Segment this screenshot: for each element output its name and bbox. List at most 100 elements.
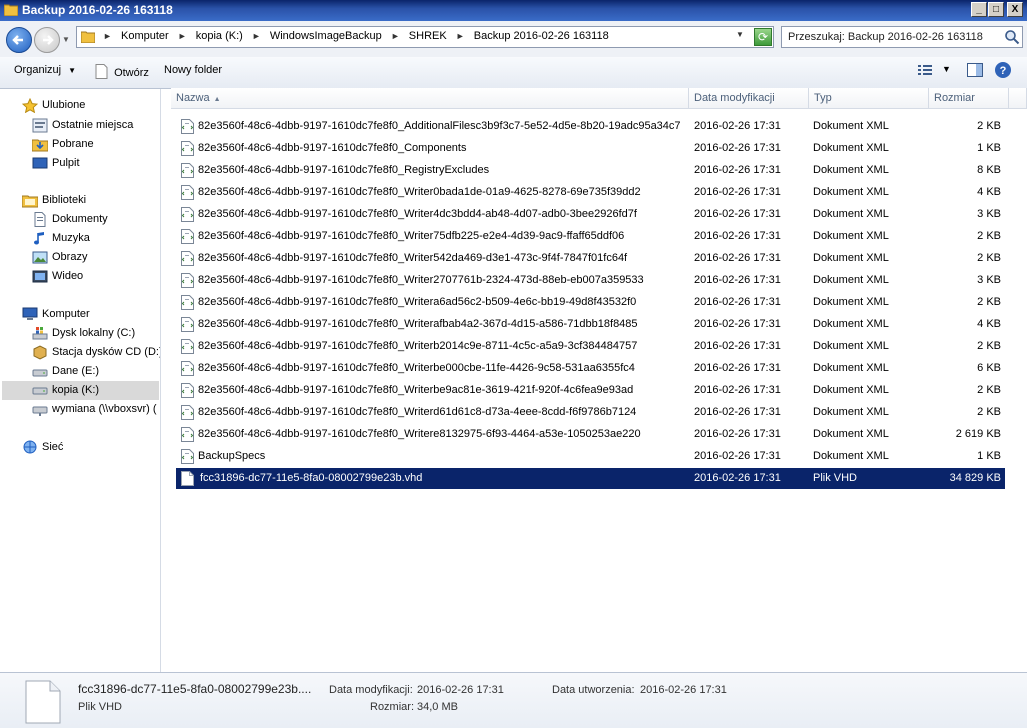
file-row[interactable]: 82e3560f-48c6-4dbb-9197-1610dc7fe8f0_Wri… [176,204,1005,225]
file-row[interactable]: 82e3560f-48c6-4dbb-9197-1610dc7fe8f0_Wri… [176,226,1005,247]
file-icon [95,64,108,79]
file-row[interactable]: 82e3560f-48c6-4dbb-9197-1610dc7fe8f0_Reg… [176,160,1005,181]
file-thumbnail-icon [25,680,61,724]
file-row[interactable]: 82e3560f-48c6-4dbb-9197-1610dc7fe8f0_Wri… [176,292,1005,313]
file-row[interactable]: 82e3560f-48c6-4dbb-9197-1610dc7fe8f0_Wri… [176,402,1005,423]
file-row[interactable]: 82e3560f-48c6-4dbb-9197-1610dc7fe8f0_Com… [176,138,1005,159]
sidebar-item-backup-drive[interactable]: kopia (K:) [2,381,159,400]
sidebar-item-recent-places[interactable]: Ostatnie miejsca [32,117,157,135]
back-button[interactable] [6,27,32,53]
star-icon [22,98,38,113]
preview-pane-button[interactable] [966,61,984,82]
file-size: 8 KB [977,164,1001,176]
breadcrumb-item[interactable]: WindowsImageBackup [270,30,382,42]
maximize-button[interactable]: □ [988,2,1004,17]
file-row[interactable]: 82e3560f-48c6-4dbb-9197-1610dc7fe8f0_Wri… [176,182,1005,203]
sidebar-item-libraries[interactable]: Biblioteki [22,192,152,210]
sidebar-item-documents[interactable]: Dokumenty [32,211,157,229]
sidebar-item-desktop[interactable]: Pulpit [32,155,157,173]
file-type: Dokument XML [813,384,889,396]
column-header-name[interactable]: Nazwa ▲ [171,88,689,109]
computer-icon [22,307,38,320]
file-row[interactable]: 82e3560f-48c6-4dbb-9197-1610dc7fe8f0_Wri… [176,380,1005,401]
xml-file-icon [181,383,194,398]
view-dropdown[interactable]: ▼ [942,64,951,74]
sidebar-item-label: Ulubione [42,99,86,111]
help-button[interactable]: ? [994,61,1012,82]
column-header-label: Data modyfikacji [694,92,775,104]
xml-file-icon [181,207,194,222]
file-row[interactable]: 82e3560f-48c6-4dbb-9197-1610dc7fe8f0_Wri… [176,336,1005,357]
column-header-date[interactable]: Data modyfikacji [689,88,809,109]
file-date: 2016-02-26 17:31 [694,450,781,462]
sidebar-item-label: Pulpit [52,157,80,169]
file-row[interactable]: BackupSpecs 2016-02-26 17:31 Dokument XML 1… [176,446,1005,467]
file-date: 2016-02-26 17:31 [694,472,781,484]
search-icon[interactable] [1004,29,1020,45]
breadcrumb-item[interactable]: Backup 2016-02-26 163118 [474,30,609,42]
details-size-value: 34,0 MB [417,701,458,713]
sidebar-item-music[interactable]: Muzyka [32,230,157,248]
file-name: 82e3560f-48c6-4dbb-9197-1610dc7fe8f0_Wri… [198,230,625,242]
organize-button[interactable]: Organizuj ▼ [14,64,76,76]
sidebar-item-network-share[interactable]: wymiana (\\vboxsvr) ( [32,401,160,419]
breadcrumb-item[interactable]: Komputer [121,30,169,42]
file-row[interactable]: 82e3560f-48c6-4dbb-9197-1610dc7fe8f0_Wri… [176,424,1005,445]
xml-file-icon [181,427,194,442]
file-row[interactable]: 82e3560f-48c6-4dbb-9197-1610dc7fe8f0_Wri… [176,358,1005,379]
xml-file-icon [181,361,194,376]
close-button[interactable]: X [1007,2,1023,17]
breadcrumb-item[interactable]: SHREK [409,30,447,42]
column-header-size[interactable]: Rozmiar [929,88,1009,109]
address-dropdown[interactable]: ▼ [736,30,744,39]
recent-pages-dropdown[interactable]: ▼ [62,35,71,44]
minimize-button[interactable]: _ [971,2,987,17]
sidebar-item-downloads[interactable]: Pobrane [32,136,157,154]
details-file-name: fcc31896-dc77-11e5-8fa0-08002799e23b.... [78,682,312,696]
xml-file-icon [181,229,194,244]
file-size: 2 619 KB [955,428,1001,440]
sidebar-item-data-drive[interactable]: Dane (E:) [32,363,157,381]
view-options-button[interactable] [916,61,934,82]
column-header-filler [1009,88,1027,109]
drive-icon [32,387,48,395]
file-size: 2 KB [977,296,1001,308]
chevron-right-icon[interactable]: ► [178,31,187,41]
refresh-button[interactable]: ⟳ [754,28,772,46]
breadcrumb-item[interactable]: kopia (K:) [196,30,243,42]
sidebar-item-computer[interactable]: Komputer [22,306,152,324]
file-size: 4 KB [977,318,1001,330]
file-row[interactable]: 82e3560f-48c6-4dbb-9197-1610dc7fe8f0_Wri… [176,314,1005,335]
chevron-right-icon[interactable]: ► [252,31,261,41]
forward-button[interactable] [34,27,60,53]
file-name: 82e3560f-48c6-4dbb-9197-1610dc7fe8f0_Wri… [198,208,637,220]
sidebar-item-videos[interactable]: Wideo [32,268,157,286]
open-button[interactable]: Otwórz [95,64,149,79]
sidebar-item-network[interactable]: Sieć [22,439,152,457]
sidebar-item-label: Pobrane [52,138,94,150]
file-row[interactable]: 82e3560f-48c6-4dbb-9197-1610dc7fe8f0_Add… [176,116,1005,137]
window-title: Backup 2016-02-26 163118 [22,3,173,17]
address-bar[interactable]: ► Komputer ► kopia (K:) ► WindowsImageBa… [76,26,774,48]
xml-file-icon [181,141,194,156]
file-date: 2016-02-26 17:31 [694,296,781,308]
chevron-right-icon[interactable]: ► [391,31,400,41]
sidebar-item-favorites[interactable]: Ulubione [22,97,152,115]
new-folder-button[interactable]: Nowy folder [164,64,222,76]
search-placeholder: Przeszukaj: Backup 2016-02-26 163118 [788,31,983,43]
sidebar-item-local-disk[interactable]: Dysk lokalny (C:) [32,325,157,343]
sidebar-item-cd-drive[interactable]: Stacja dysków CD (D:) [32,344,160,362]
file-row[interactable]: 82e3560f-48c6-4dbb-9197-1610dc7fe8f0_Wri… [176,270,1005,291]
file-row-selected[interactable]: fcc31896-dc77-11e5-8fa0-08002799e23b.vhd… [176,468,1005,489]
file-type: Plik VHD [813,472,858,484]
file-type: Dokument XML [813,230,889,242]
new-folder-label: Nowy folder [164,64,223,76]
file-date: 2016-02-26 17:31 [694,384,781,396]
chevron-right-icon[interactable]: ► [103,31,112,41]
details-created-label: Data utworzenia: [552,684,635,696]
chevron-right-icon[interactable]: ► [456,31,465,41]
file-row[interactable]: 82e3560f-48c6-4dbb-9197-1610dc7fe8f0_Wri… [176,248,1005,269]
sidebar-item-pictures[interactable]: Obrazy [32,249,157,267]
column-header-type[interactable]: Typ [809,88,929,109]
search-input[interactable]: Przeszukaj: Backup 2016-02-26 163118 [781,26,1023,48]
